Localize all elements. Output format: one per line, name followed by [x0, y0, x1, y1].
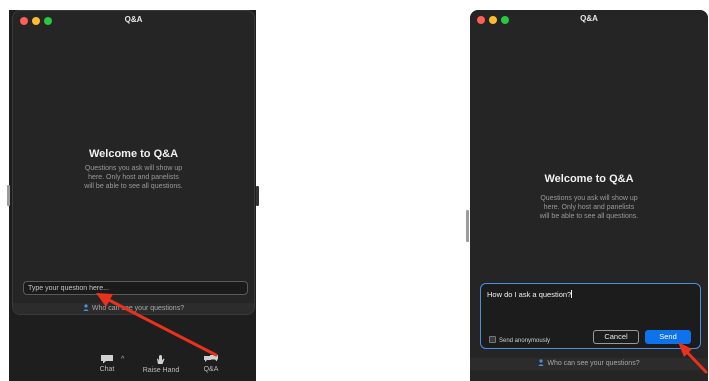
raise-hand-label: Raise Hand: [142, 367, 180, 374]
welcome-line: here. Only host and panelists: [88, 174, 179, 181]
who-can-see-link[interactable]: Who can see your questions?: [13, 303, 254, 314]
welcome-description: Questions you ask will show up here. Onl…: [68, 164, 199, 191]
qa-button[interactable]: Q&A: [199, 354, 223, 373]
left-zoom-panel: Q&A Welcome to Q&A Questions you ask wil…: [9, 10, 256, 381]
right-zoom-panel: Q&A Welcome to Q&A Questions you ask wil…: [470, 10, 708, 381]
send-button[interactable]: Send: [645, 330, 691, 344]
chat-icon: [101, 355, 113, 364]
left-titlebar: Q&A: [13, 11, 254, 31]
chat-label: Chat: [99, 366, 115, 373]
qa-label: Q&A: [203, 366, 219, 373]
welcome-line: will be able to see all questions.: [539, 213, 639, 220]
chat-button[interactable]: Chat: [93, 354, 121, 373]
meeting-toolbar: Chat ^ Raise Hand Q&A: [9, 350, 256, 381]
resize-handle[interactable]: [7, 185, 10, 206]
who-can-see-text: Who can see your questions?: [547, 360, 640, 367]
send-anonymously-label: Send anonymously: [499, 338, 551, 344]
question-text[interactable]: How do I ask a question?: [487, 290, 573, 299]
resize-handle[interactable]: [466, 210, 469, 242]
raise-hand-button[interactable]: Raise Hand: [139, 354, 183, 374]
resize-handle[interactable]: [256, 186, 259, 206]
cancel-button[interactable]: Cancel: [593, 330, 639, 344]
welcome-title: Welcome to Q&A: [88, 148, 179, 160]
checkbox-square: [489, 336, 496, 343]
window-title: Q&A: [124, 15, 143, 24]
who-can-see-text: Who can see your questions?: [91, 305, 185, 312]
person-icon: [538, 359, 545, 366]
question-input[interactable]: [23, 281, 248, 295]
raise-hand-icon: [157, 355, 165, 364]
question-compose-box[interactable]: How do I ask a question? Send anonymousl…: [480, 283, 701, 349]
welcome-line: Questions you ask will show up: [84, 165, 183, 172]
welcome-line: Questions you ask will show up: [540, 195, 638, 202]
chat-options-caret[interactable]: ^: [121, 356, 124, 363]
text-cursor: [571, 290, 573, 298]
window-title: Q&A: [580, 14, 598, 23]
qa-icon: [204, 355, 218, 362]
welcome-line: here. Only host and panelists: [543, 204, 635, 211]
send-anonymously-checkbox[interactable]: Send anonymously: [489, 336, 550, 344]
person-icon: [83, 304, 89, 311]
right-titlebar: Q&A: [470, 10, 708, 30]
who-can-see-link[interactable]: Who can see your questions?: [470, 358, 708, 370]
welcome-description: Questions you ask will show up here. Onl…: [524, 194, 654, 221]
welcome-title: Welcome to Q&A: [544, 173, 634, 185]
right-qa-window: Q&A Welcome to Q&A Questions you ask wil…: [470, 10, 708, 372]
left-qa-window: Q&A Welcome to Q&A Questions you ask wil…: [12, 10, 255, 315]
welcome-line: will be able to see all questions.: [84, 183, 183, 190]
question-text-value: How do I ask a question?: [487, 290, 572, 299]
